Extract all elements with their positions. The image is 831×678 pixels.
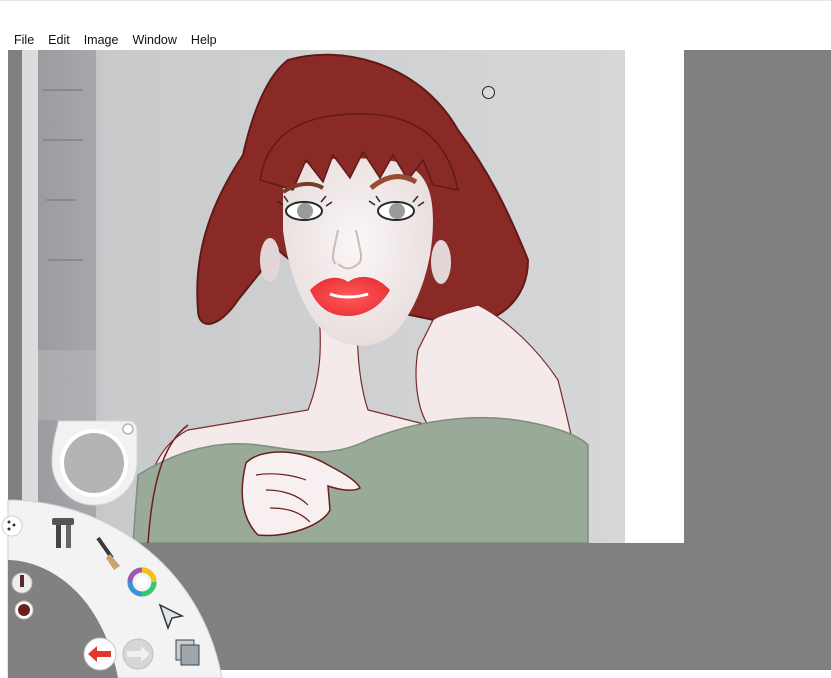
right-ear: [431, 240, 451, 284]
brush-preview-icon[interactable]: [11, 572, 33, 594]
right-iris: [389, 203, 405, 219]
menu-help[interactable]: Help: [184, 31, 224, 50]
title-strip: [0, 0, 831, 31]
current-color-swatch[interactable]: [14, 600, 34, 620]
undo-icon[interactable]: [83, 637, 117, 671]
menu-file[interactable]: File: [0, 31, 41, 50]
menu-image[interactable]: Image: [77, 31, 126, 50]
background-window: [38, 350, 96, 420]
canvas-edge: [22, 50, 38, 543]
radial-toolbar[interactable]: [0, 490, 240, 678]
menu-edit[interactable]: Edit: [41, 31, 77, 50]
menu-bar: File Edit Image Window Help: [0, 31, 831, 50]
toolbar-handle-icon[interactable]: [1, 515, 23, 537]
left-ear: [260, 238, 280, 282]
left-iris: [297, 203, 313, 219]
menu-window[interactable]: Window: [125, 31, 183, 50]
puck-handle-icon[interactable]: [122, 423, 134, 435]
puck-preview: [64, 433, 124, 493]
redo-icon[interactable]: [122, 638, 154, 670]
brush-cursor: [482, 86, 495, 99]
